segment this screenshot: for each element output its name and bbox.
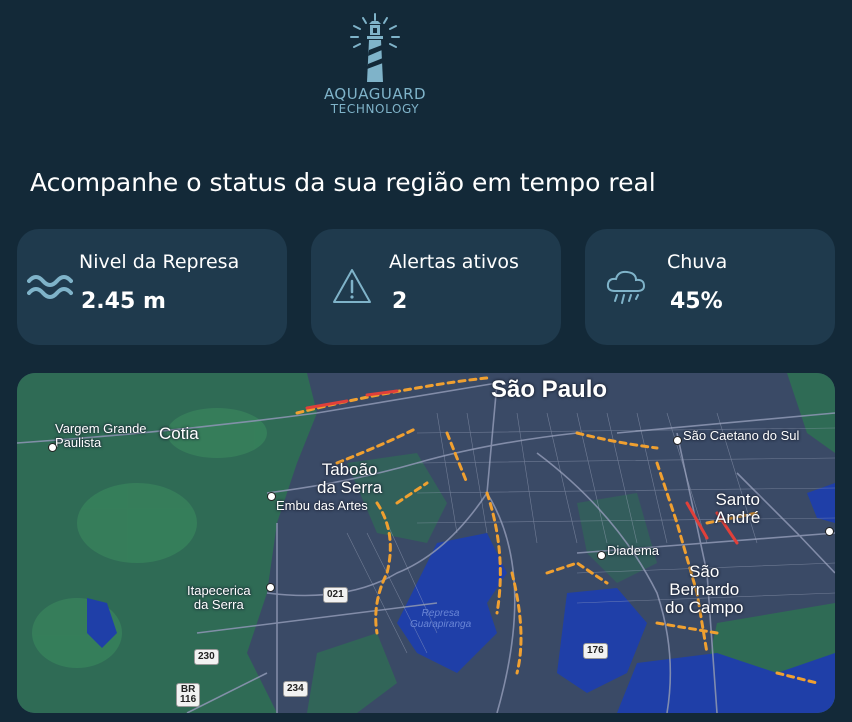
city-marker[interactable] [673, 436, 682, 445]
rain-cloud-icon [603, 267, 649, 311]
warning-triangle-icon [331, 267, 373, 309]
rain-label: Chuva [667, 251, 728, 273]
map-label-santo-andre: Santo André [715, 490, 761, 527]
dam-level-card[interactable]: Nivel da Represa 2.45 m [17, 229, 287, 345]
map-label-itapecerica: Itapecerica da Serra [187, 583, 251, 612]
active-alerts-label: Alertas ativos [389, 251, 519, 273]
city-marker[interactable] [267, 492, 276, 501]
road-shield-021: 021 [323, 587, 348, 603]
water-waves-icon [27, 269, 73, 309]
brand-logo: AQUAGUARD TECHNOLOGY [318, 12, 432, 116]
city-marker[interactable] [825, 527, 834, 536]
road-shield-br116: BR 116 [176, 683, 201, 707]
map-label-represa: Represa Guarapiranga [410, 608, 472, 630]
map-label-sao-bernardo: São Bernardo do Campo [665, 562, 744, 617]
map-label-diadema: Diadema [607, 543, 660, 558]
map-label-taboao: Taboão da Serra [317, 460, 383, 497]
lighthouse-icon [350, 13, 400, 82]
active-alerts-value: 2 [392, 289, 408, 314]
map-label-vargem-grande: Vargem Grande Paulista [55, 421, 147, 450]
map-label-sao-caetano: São Caetano do Sul [683, 428, 800, 443]
dam-level-value: 2.45 m [81, 289, 166, 314]
road-shield-176: 176 [583, 643, 608, 659]
rain-card[interactable]: Chuva 45% [585, 229, 835, 345]
road-shield-230: 230 [194, 649, 219, 665]
map-label-embu: Embu das Artes [276, 498, 368, 513]
page-title: Acompanhe o status da sua região em temp… [30, 168, 656, 197]
brand-name: AQUAGUARD [323, 85, 427, 103]
rain-value: 45% [670, 289, 723, 314]
dam-level-label: Nivel da Represa [79, 251, 240, 273]
city-marker[interactable] [597, 551, 606, 560]
map-label-cotia: Cotia [159, 424, 199, 443]
region-map[interactable]: São Paulo Cotia Vargem Grande Paulista T… [17, 373, 835, 713]
active-alerts-card[interactable]: Alertas ativos 2 [311, 229, 561, 345]
road-shield-234: 234 [283, 681, 308, 697]
city-marker[interactable] [48, 443, 57, 452]
map-label-sao-paulo: São Paulo [491, 376, 608, 403]
brand-subtitle: TECHNOLOGY [330, 102, 420, 116]
city-marker[interactable] [266, 583, 275, 592]
